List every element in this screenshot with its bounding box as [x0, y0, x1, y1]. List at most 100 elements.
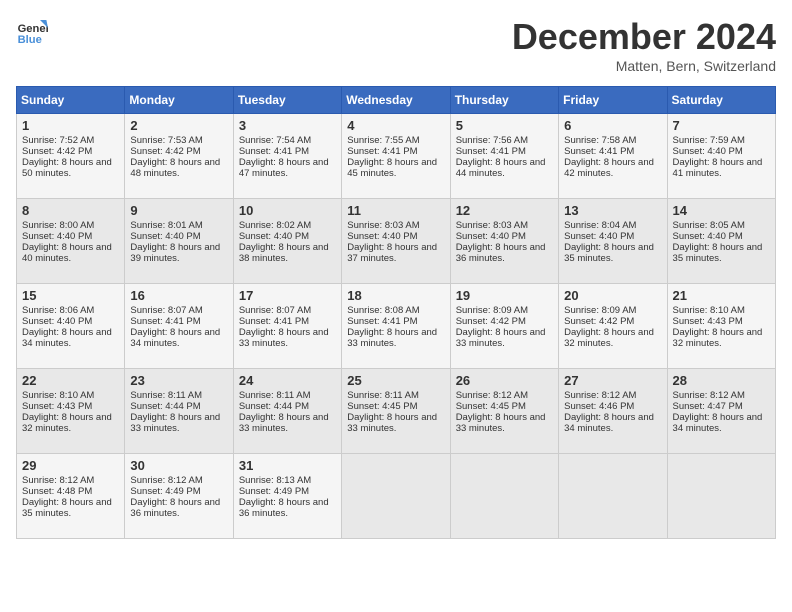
- day-cell: 30 Sunrise: 8:12 AM Sunset: 4:49 PM Dayl…: [125, 454, 233, 539]
- sunrise-label: Sunrise: 8:03 AM: [347, 220, 419, 231]
- day-number: 27: [564, 373, 661, 388]
- day-cell: 12 Sunrise: 8:03 AM Sunset: 4:40 PM Dayl…: [450, 199, 558, 284]
- day-cell: [450, 454, 558, 539]
- day-cell: 27 Sunrise: 8:12 AM Sunset: 4:46 PM Dayl…: [559, 369, 667, 454]
- day-number: 2: [130, 118, 227, 133]
- daylight-label: Daylight: 8 hours and 35 minutes.: [22, 497, 112, 519]
- sunset-label: Sunset: 4:42 PM: [564, 316, 634, 327]
- day-header-monday: Monday: [125, 87, 233, 114]
- day-number: 19: [456, 288, 553, 303]
- svg-text:Blue: Blue: [18, 34, 42, 46]
- day-cell: 19 Sunrise: 8:09 AM Sunset: 4:42 PM Dayl…: [450, 284, 558, 369]
- sunset-label: Sunset: 4:41 PM: [347, 316, 417, 327]
- day-cell: 17 Sunrise: 8:07 AM Sunset: 4:41 PM Dayl…: [233, 284, 341, 369]
- sunrise-label: Sunrise: 8:00 AM: [22, 220, 94, 231]
- daylight-label: Daylight: 8 hours and 32 minutes.: [673, 327, 763, 349]
- daylight-label: Daylight: 8 hours and 48 minutes.: [130, 157, 220, 179]
- sunrise-label: Sunrise: 8:13 AM: [239, 475, 311, 486]
- day-number: 18: [347, 288, 444, 303]
- sunset-label: Sunset: 4:45 PM: [347, 401, 417, 412]
- sunrise-label: Sunrise: 8:07 AM: [239, 305, 311, 316]
- day-cell: [342, 454, 450, 539]
- sunrise-label: Sunrise: 8:10 AM: [673, 305, 745, 316]
- day-cell: 29 Sunrise: 8:12 AM Sunset: 4:48 PM Dayl…: [17, 454, 125, 539]
- daylight-label: Daylight: 8 hours and 32 minutes.: [22, 412, 112, 434]
- day-number: 11: [347, 203, 444, 218]
- day-cell: 31 Sunrise: 8:13 AM Sunset: 4:49 PM Dayl…: [233, 454, 341, 539]
- sunrise-label: Sunrise: 8:08 AM: [347, 305, 419, 316]
- title-area: December 2024 Matten, Bern, Switzerland: [512, 16, 776, 74]
- day-cell: 8 Sunrise: 8:00 AM Sunset: 4:40 PM Dayli…: [17, 199, 125, 284]
- day-number: 17: [239, 288, 336, 303]
- week-row-1: 1 Sunrise: 7:52 AM Sunset: 4:42 PM Dayli…: [17, 114, 776, 199]
- day-header-thursday: Thursday: [450, 87, 558, 114]
- day-cell: 13 Sunrise: 8:04 AM Sunset: 4:40 PM Dayl…: [559, 199, 667, 284]
- day-number: 1: [22, 118, 119, 133]
- day-number: 26: [456, 373, 553, 388]
- sunset-label: Sunset: 4:47 PM: [673, 401, 743, 412]
- daylight-label: Daylight: 8 hours and 38 minutes.: [239, 242, 329, 264]
- location: Matten, Bern, Switzerland: [512, 58, 776, 74]
- logo-icon: General Blue: [16, 16, 48, 48]
- sunrise-label: Sunrise: 7:55 AM: [347, 135, 419, 146]
- daylight-label: Daylight: 8 hours and 33 minutes.: [347, 412, 437, 434]
- day-cell: 18 Sunrise: 8:08 AM Sunset: 4:41 PM Dayl…: [342, 284, 450, 369]
- day-cell: 26 Sunrise: 8:12 AM Sunset: 4:45 PM Dayl…: [450, 369, 558, 454]
- day-cell: 3 Sunrise: 7:54 AM Sunset: 4:41 PM Dayli…: [233, 114, 341, 199]
- daylight-label: Daylight: 8 hours and 40 minutes.: [22, 242, 112, 264]
- daylight-label: Daylight: 8 hours and 33 minutes.: [239, 327, 329, 349]
- day-cell: 22 Sunrise: 8:10 AM Sunset: 4:43 PM Dayl…: [17, 369, 125, 454]
- sunrise-label: Sunrise: 8:12 AM: [22, 475, 94, 486]
- day-cell: 2 Sunrise: 7:53 AM Sunset: 4:42 PM Dayli…: [125, 114, 233, 199]
- sunset-label: Sunset: 4:40 PM: [22, 316, 92, 327]
- sunset-label: Sunset: 4:48 PM: [22, 486, 92, 497]
- sunrise-label: Sunrise: 8:11 AM: [239, 390, 311, 401]
- day-cell: 20 Sunrise: 8:09 AM Sunset: 4:42 PM Dayl…: [559, 284, 667, 369]
- daylight-label: Daylight: 8 hours and 35 minutes.: [673, 242, 763, 264]
- day-number: 6: [564, 118, 661, 133]
- day-cell: 9 Sunrise: 8:01 AM Sunset: 4:40 PM Dayli…: [125, 199, 233, 284]
- sunset-label: Sunset: 4:40 PM: [239, 231, 309, 242]
- day-number: 23: [130, 373, 227, 388]
- sunset-label: Sunset: 4:44 PM: [130, 401, 200, 412]
- sunrise-label: Sunrise: 8:04 AM: [564, 220, 636, 231]
- sunrise-label: Sunrise: 8:03 AM: [456, 220, 528, 231]
- day-number: 15: [22, 288, 119, 303]
- day-cell: 24 Sunrise: 8:11 AM Sunset: 4:44 PM Dayl…: [233, 369, 341, 454]
- day-number: 4: [347, 118, 444, 133]
- sunset-label: Sunset: 4:46 PM: [564, 401, 634, 412]
- day-number: 14: [673, 203, 770, 218]
- week-row-5: 29 Sunrise: 8:12 AM Sunset: 4:48 PM Dayl…: [17, 454, 776, 539]
- sunrise-label: Sunrise: 8:12 AM: [564, 390, 636, 401]
- sunset-label: Sunset: 4:42 PM: [22, 146, 92, 157]
- daylight-label: Daylight: 8 hours and 34 minutes.: [22, 327, 112, 349]
- sunrise-label: Sunrise: 7:58 AM: [564, 135, 636, 146]
- daylight-label: Daylight: 8 hours and 34 minutes.: [673, 412, 763, 434]
- day-header-friday: Friday: [559, 87, 667, 114]
- daylight-label: Daylight: 8 hours and 35 minutes.: [564, 242, 654, 264]
- daylight-label: Daylight: 8 hours and 33 minutes.: [456, 327, 546, 349]
- sunrise-label: Sunrise: 7:52 AM: [22, 135, 94, 146]
- day-header-sunday: Sunday: [17, 87, 125, 114]
- day-cell: 1 Sunrise: 7:52 AM Sunset: 4:42 PM Dayli…: [17, 114, 125, 199]
- daylight-label: Daylight: 8 hours and 37 minutes.: [347, 242, 437, 264]
- day-cell: 16 Sunrise: 8:07 AM Sunset: 4:41 PM Dayl…: [125, 284, 233, 369]
- week-row-4: 22 Sunrise: 8:10 AM Sunset: 4:43 PM Dayl…: [17, 369, 776, 454]
- svg-text:General: General: [18, 23, 48, 35]
- daylight-label: Daylight: 8 hours and 33 minutes.: [239, 412, 329, 434]
- sunset-label: Sunset: 4:40 PM: [130, 231, 200, 242]
- daylight-label: Daylight: 8 hours and 32 minutes.: [564, 327, 654, 349]
- calendar-table: SundayMondayTuesdayWednesdayThursdayFrid…: [16, 86, 776, 539]
- sunset-label: Sunset: 4:40 PM: [564, 231, 634, 242]
- sunset-label: Sunset: 4:42 PM: [456, 316, 526, 327]
- sunrise-label: Sunrise: 8:11 AM: [130, 390, 202, 401]
- sunrise-label: Sunrise: 8:11 AM: [347, 390, 419, 401]
- week-row-3: 15 Sunrise: 8:06 AM Sunset: 4:40 PM Dayl…: [17, 284, 776, 369]
- day-header-wednesday: Wednesday: [342, 87, 450, 114]
- sunset-label: Sunset: 4:40 PM: [347, 231, 417, 242]
- sunset-label: Sunset: 4:43 PM: [22, 401, 92, 412]
- sunset-label: Sunset: 4:41 PM: [456, 146, 526, 157]
- day-cell: 15 Sunrise: 8:06 AM Sunset: 4:40 PM Dayl…: [17, 284, 125, 369]
- sunrise-label: Sunrise: 8:02 AM: [239, 220, 311, 231]
- month-title: December 2024: [512, 16, 776, 58]
